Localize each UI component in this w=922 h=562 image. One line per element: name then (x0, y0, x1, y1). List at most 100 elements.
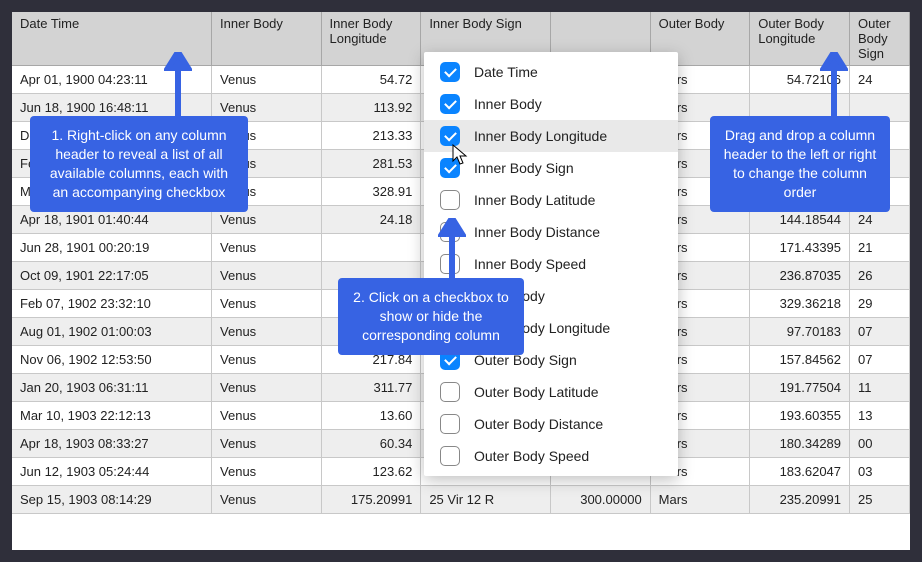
column-toggle-item[interactable]: Outer Body Distance (424, 408, 678, 440)
cell-olon: 54.72106 (750, 66, 850, 94)
cell-date: Oct 09, 1901 22:17:05 (12, 262, 212, 290)
col-header-outer-lon[interactable]: Outer Body Longitude (750, 12, 850, 66)
cell-date: Jun 12, 1903 05:24:44 (12, 458, 212, 486)
cell-osign: 11 (850, 374, 910, 402)
checkbox-icon[interactable] (440, 382, 460, 402)
cell-osign: 00 (850, 430, 910, 458)
cell-olon: 180.34289 (750, 430, 850, 458)
col-header-inner-lon[interactable]: Inner Body Longitude (321, 12, 421, 66)
cell-osign: 29 (850, 290, 910, 318)
cell-osign: 24 (850, 66, 910, 94)
column-toggle-item[interactable]: Inner Body Sign (424, 152, 678, 184)
cell-olon: 193.60355 (750, 402, 850, 430)
column-toggle-item[interactable]: Inner Body Latitude (424, 184, 678, 216)
cell-olon: 183.62047 (750, 458, 850, 486)
app-root: Date Time Inner Body Inner Body Longitud… (12, 12, 910, 550)
column-toggle-label: Inner Body Latitude (474, 192, 595, 208)
column-toggle-label: Inner Body Longitude (474, 128, 607, 144)
col-header-outer-sign[interactable]: Outer Body Sign (850, 12, 910, 66)
checkbox-icon[interactable] (440, 158, 460, 178)
cell-inner: Venus (212, 262, 321, 290)
table-row[interactable]: Sep 15, 1903 08:14:29Venus175.2099125 Vi… (12, 486, 910, 514)
cell-ilat: 300.00000 (550, 486, 650, 514)
checkbox-icon[interactable] (440, 254, 460, 274)
cell-olon: 235.20991 (750, 486, 850, 514)
checkbox-icon[interactable] (440, 62, 460, 82)
column-toggle-item[interactable]: Inner Body Longitude (424, 120, 678, 152)
cell-olon: 236.87035 (750, 262, 850, 290)
cell-inner: Venus (212, 66, 321, 94)
cell-ilon (321, 234, 421, 262)
cell-date: Apr 01, 1900 04:23:11 (12, 66, 212, 94)
cell-inner: Venus (212, 486, 321, 514)
callout-drag-drop: Drag and drop a column header to the lef… (710, 116, 890, 212)
column-toggle-item[interactable]: Inner Body Distance (424, 216, 678, 248)
checkbox-icon[interactable] (440, 414, 460, 434)
cell-inner: Venus (212, 290, 321, 318)
cell-inner: Venus (212, 430, 321, 458)
cell-osign: 03 (850, 458, 910, 486)
cell-ilon: 13.60 (321, 402, 421, 430)
cell-ilon: 24.18 (321, 206, 421, 234)
column-toggle-label: Inner Body (474, 96, 542, 112)
column-toggle-item[interactable]: Outer Body Latitude (424, 376, 678, 408)
cell-ilon: 213.33 (321, 122, 421, 150)
cell-inner: Venus (212, 234, 321, 262)
column-picker-popup: Date Time Inner Body Inner Body Longitude I… (424, 52, 678, 476)
column-toggle-item[interactable]: Inner Body (424, 88, 678, 120)
column-toggle-item[interactable]: Outer Body Speed (424, 440, 678, 472)
column-toggle-label: Date Time (474, 64, 538, 80)
cell-ilon: 123.62 (321, 458, 421, 486)
column-toggle-item[interactable]: Date Time (424, 56, 678, 88)
column-toggle-label: Inner Body Sign (474, 160, 574, 176)
cell-osign: 21 (850, 234, 910, 262)
col-header-inner-body[interactable]: Inner Body (212, 12, 321, 66)
cell-ilon: 175.20991 (321, 486, 421, 514)
cell-osign: 07 (850, 318, 910, 346)
column-toggle-label: Outer Body Distance (474, 416, 603, 432)
cell-ilon: 328.91 (321, 178, 421, 206)
column-toggle-label: Outer Body Latitude (474, 384, 599, 400)
cell-inner: Venus (212, 346, 321, 374)
cell-inner: Venus (212, 458, 321, 486)
cell-date: Jan 20, 1903 06:31:11 (12, 374, 212, 402)
cell-olon: 171.43395 (750, 234, 850, 262)
cell-inner: Venus (212, 402, 321, 430)
cell-olon: 97.70183 (750, 318, 850, 346)
cell-date: Apr 18, 1903 08:33:27 (12, 430, 212, 458)
checkbox-icon[interactable] (440, 126, 460, 146)
cell-date: Sep 15, 1903 08:14:29 (12, 486, 212, 514)
cell-olon: 191.77504 (750, 374, 850, 402)
cell-ilon: 311.77 (321, 374, 421, 402)
checkbox-icon[interactable] (440, 222, 460, 242)
col-header-date-time[interactable]: Date Time (12, 12, 212, 66)
checkbox-icon[interactable] (440, 446, 460, 466)
cell-olon: 157.84562 (750, 346, 850, 374)
cell-osign: 25 (850, 486, 910, 514)
column-toggle-label: Outer Body Speed (474, 448, 589, 464)
cell-ilon: 54.72 (321, 66, 421, 94)
cell-date: Mar 10, 1903 22:12:13 (12, 402, 212, 430)
cell-ilon: 113.92 (321, 94, 421, 122)
cell-date: Nov 06, 1902 12:53:50 (12, 346, 212, 374)
checkbox-icon[interactable] (440, 190, 460, 210)
cell-inner: Venus (212, 374, 321, 402)
column-toggle-item[interactable]: Inner Body Speed (424, 248, 678, 280)
cell-date: Aug 01, 1902 01:00:03 (12, 318, 212, 346)
cell-osign: 07 (850, 346, 910, 374)
cell-isign: 25 Vir 12 R (421, 486, 551, 514)
cell-ilon: 281.53 (321, 150, 421, 178)
cell-osign: 13 (850, 402, 910, 430)
cell-inner: Venus (212, 318, 321, 346)
callout-right-click: 1. Right-click on any column header to r… (30, 116, 248, 212)
cell-date: Feb 07, 1902 23:32:10 (12, 290, 212, 318)
checkbox-icon[interactable] (440, 94, 460, 114)
cell-date: Jun 28, 1901 00:20:19 (12, 234, 212, 262)
cell-osign: 26 (850, 262, 910, 290)
column-toggle-label: Inner Body Speed (474, 256, 586, 272)
callout-checkbox: 2. Click on a checkbox to show or hide t… (338, 278, 524, 355)
cell-olon: 329.36218 (750, 290, 850, 318)
cell-ilon: 60.34 (321, 430, 421, 458)
cell-outer: Mars (650, 486, 750, 514)
column-toggle-label: Inner Body Distance (474, 224, 600, 240)
